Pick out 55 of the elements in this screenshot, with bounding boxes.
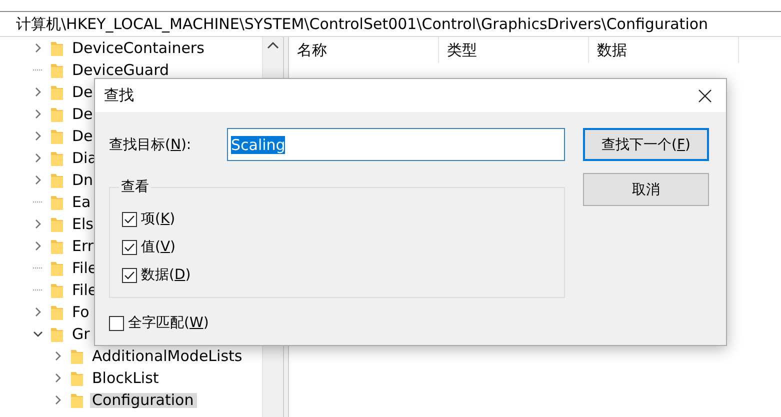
tree-item[interactable]: Configuration xyxy=(90,392,197,408)
folder-icon xyxy=(70,348,84,364)
folder-icon xyxy=(50,128,64,144)
tree-item[interactable]: Err xyxy=(70,238,97,254)
tree-item[interactable]: Ea xyxy=(70,194,94,210)
tree-item[interactable]: AdditionalModeLists xyxy=(90,348,246,364)
tree-item[interactable]: DeviceContainers xyxy=(70,40,208,56)
folder-icon xyxy=(50,282,64,298)
scroll-up-icon[interactable] xyxy=(267,41,279,49)
tree-item[interactable]: DeviceGuard xyxy=(70,62,172,78)
tree-item[interactable]: BlockList xyxy=(90,370,162,386)
close-button[interactable] xyxy=(696,86,714,104)
group-title: 查看 xyxy=(119,178,151,196)
checkbox-label[interactable]: 数据(D) xyxy=(141,266,191,284)
folder-icon xyxy=(70,370,84,386)
folder-icon xyxy=(70,392,84,408)
column-header[interactable]: 数据 xyxy=(589,37,739,63)
tree-item[interactable]: Gr xyxy=(70,326,93,342)
checkbox[interactable] xyxy=(122,212,137,226)
column-header[interactable]: 名称 xyxy=(289,37,439,63)
search-field[interactable]: Scaling xyxy=(227,128,565,161)
checkbox[interactable] xyxy=(109,316,124,330)
folder-icon xyxy=(50,40,64,56)
folder-icon xyxy=(50,172,64,188)
checkbox[interactable] xyxy=(122,268,137,282)
folder-icon xyxy=(50,194,64,210)
folder-icon xyxy=(50,304,64,320)
folder-icon xyxy=(50,216,64,232)
folder-icon xyxy=(50,150,64,166)
tree-item[interactable]: De xyxy=(70,106,96,122)
find-next-button[interactable]: 查找下一个(F) xyxy=(583,128,709,161)
folder-icon xyxy=(50,326,64,342)
tree-item[interactable]: De xyxy=(70,84,96,100)
tree-item[interactable]: Dn xyxy=(70,172,96,188)
folder-icon xyxy=(50,260,64,276)
tree-connector-icon xyxy=(33,69,43,71)
tree-item[interactable]: Fo xyxy=(70,304,92,320)
folder-icon xyxy=(50,62,64,78)
address-bar[interactable]: 计算机\HKEY_LOCAL_MACHINE\SYSTEM\ControlSet001\Control\GraphicsDrivers\Configuration xyxy=(0,11,781,37)
folder-icon xyxy=(50,84,64,100)
checkbox[interactable] xyxy=(122,240,137,254)
cancel-button[interactable]: 取消 xyxy=(583,173,709,206)
tree-connector-icon xyxy=(33,289,43,291)
checkbox-label[interactable]: 项(K) xyxy=(141,210,176,228)
tree-connector-icon xyxy=(33,267,43,269)
folder-icon xyxy=(50,106,64,122)
tree-item[interactable]: Els xyxy=(70,216,96,232)
column-header[interactable]: 类型 xyxy=(439,37,589,63)
folder-icon xyxy=(50,238,64,254)
checkbox-label[interactable]: 值(V) xyxy=(141,238,176,256)
checkbox-label[interactable]: 全字匹配(W) xyxy=(128,314,209,332)
find-label: 查找目标(N): xyxy=(109,136,192,154)
tree-connector-icon xyxy=(33,201,43,203)
dialog-title: 查找 xyxy=(104,86,134,105)
tree-item[interactable]: De xyxy=(70,128,96,144)
